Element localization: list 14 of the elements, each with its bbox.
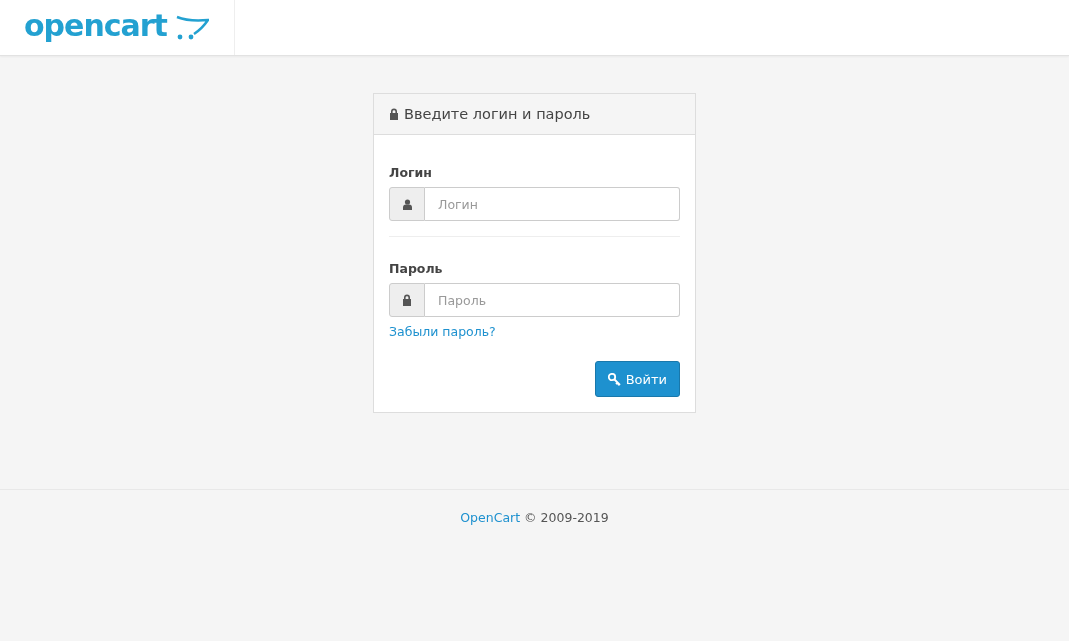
login-button[interactable]: Войти xyxy=(594,361,680,397)
login-field[interactable]: Логин xyxy=(425,187,680,221)
lock-icon xyxy=(389,108,399,120)
password-field[interactable]: Пароль xyxy=(425,283,680,317)
field-label: Пароль xyxy=(389,261,444,276)
panel-title: Введите логин и пароль xyxy=(404,106,591,122)
forgot-password-link[interactable]: Забыли пароль? xyxy=(389,324,496,339)
opencart-link[interactable]: OpenCart xyxy=(460,510,521,525)
footer-text: OpenCart © 2009-2019 xyxy=(460,510,609,525)
lock-icon xyxy=(402,294,412,306)
user-icon xyxy=(402,198,412,210)
key-icon xyxy=(607,372,621,386)
logo-text: opencart xyxy=(24,8,167,43)
field-label: Логин xyxy=(389,165,433,180)
